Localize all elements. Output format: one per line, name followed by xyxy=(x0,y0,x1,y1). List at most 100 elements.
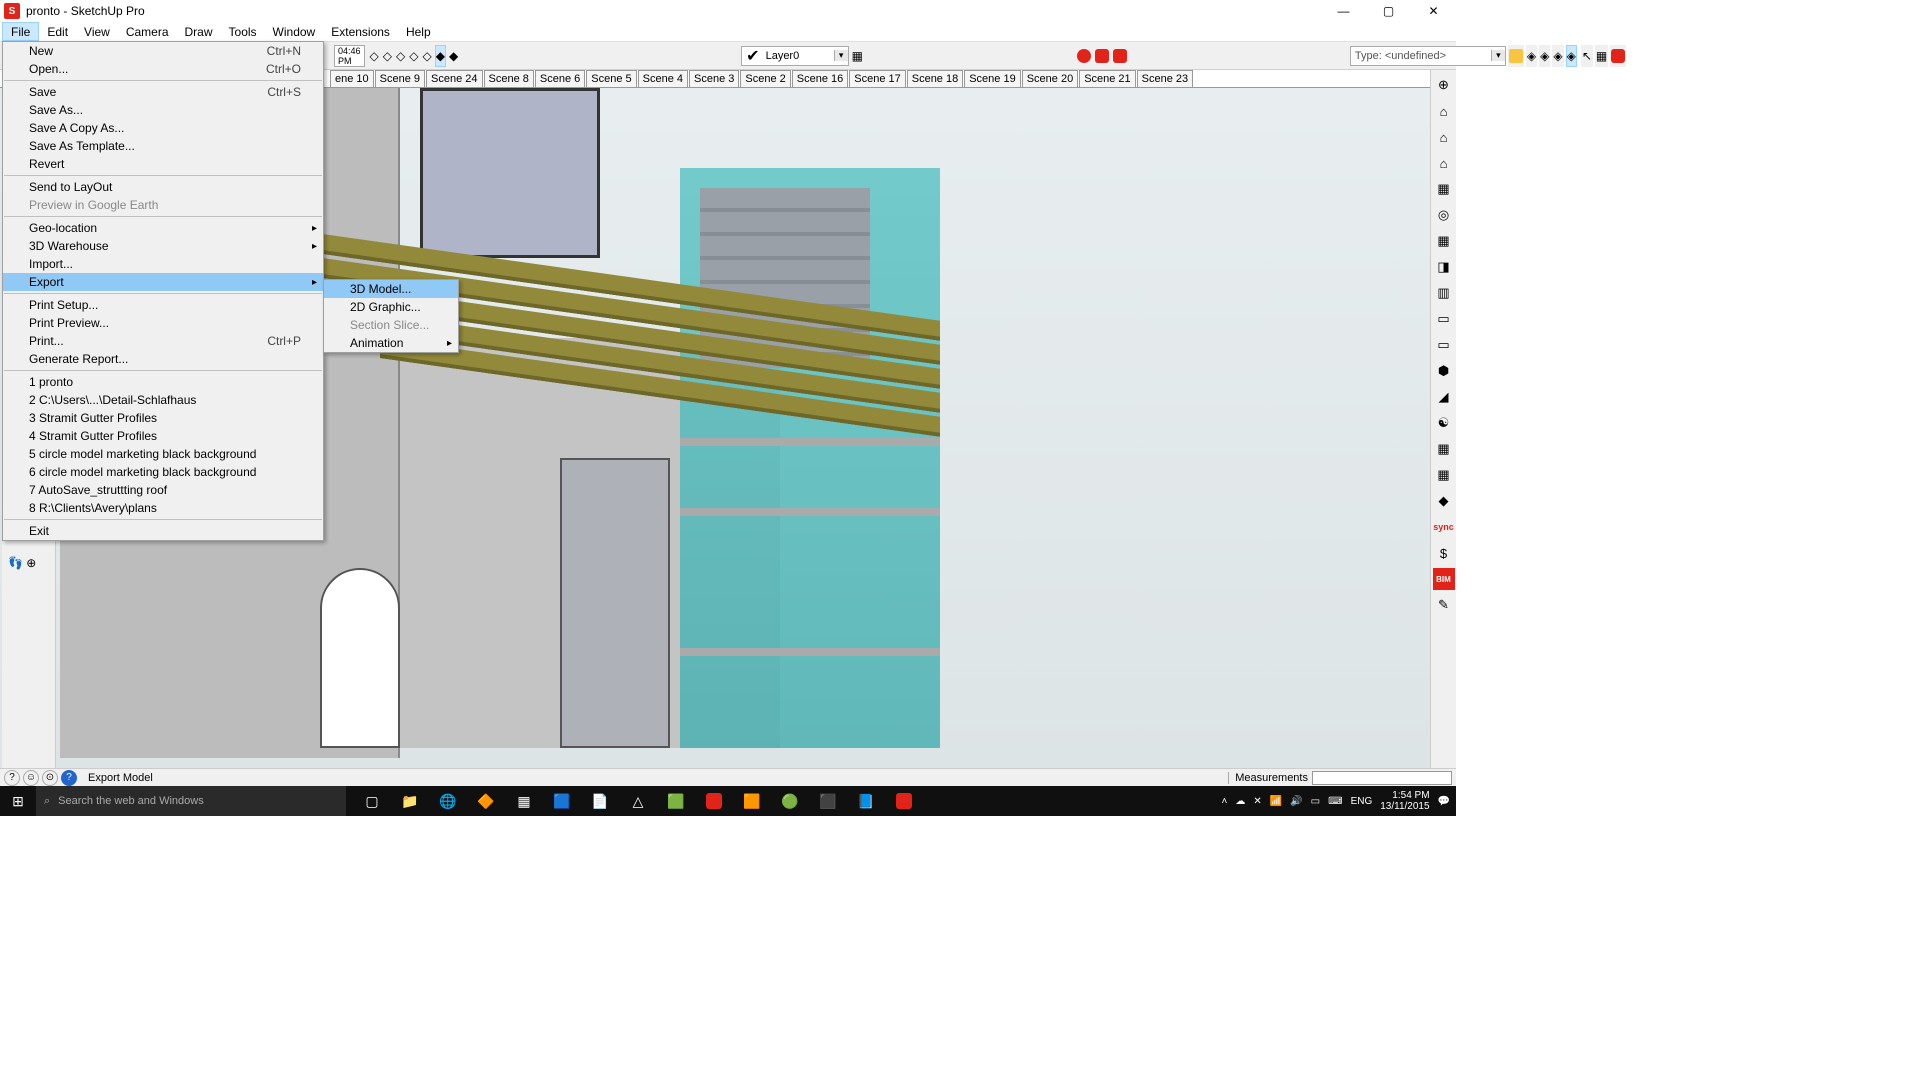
submenu-item[interactable]: Animation▸ xyxy=(324,334,458,352)
scene-tab[interactable]: Scene 4 xyxy=(638,70,688,87)
menu-item[interactable]: Open...Ctrl+O xyxy=(3,60,323,78)
menu-camera[interactable]: Camera xyxy=(118,22,177,41)
tool-icon[interactable] xyxy=(1610,45,1626,67)
help-icon[interactable]: ? xyxy=(4,770,20,786)
menu-item[interactable]: 4 Stramit Gutter Profiles xyxy=(3,427,323,445)
app-icon[interactable]: 🟢 xyxy=(772,786,808,816)
menu-draw[interactable]: Draw xyxy=(177,22,221,41)
task-view-icon[interactable]: ▢ xyxy=(354,786,390,816)
tray-keyboard-icon[interactable]: ⌨ xyxy=(1328,796,1342,807)
minimize-button[interactable]: — xyxy=(1321,0,1366,22)
menu-item[interactable]: SaveCtrl+S xyxy=(3,83,323,101)
app-icon[interactable]: 📄 xyxy=(582,786,618,816)
menu-view[interactable]: View xyxy=(76,22,118,41)
menu-item[interactable]: Geo-location▸ xyxy=(3,219,323,237)
app-icon[interactable]: 🔶 xyxy=(468,786,504,816)
face-style-icon[interactable]: ◇ xyxy=(408,45,419,67)
menu-tools[interactable]: Tools xyxy=(221,22,265,41)
scene-tab[interactable]: ene 10 xyxy=(330,70,374,87)
maximize-button[interactable]: ▢ xyxy=(1366,0,1411,22)
right-tool-icon[interactable]: ◎ xyxy=(1433,204,1455,226)
scene-tab[interactable]: Scene 20 xyxy=(1022,70,1078,87)
tray-icon[interactable]: ✕ xyxy=(1253,796,1261,807)
scene-tab[interactable]: Scene 6 xyxy=(535,70,585,87)
right-tool-icon[interactable]: ▥ xyxy=(1433,282,1455,304)
tool-icon[interactable] xyxy=(1112,45,1128,67)
menu-help[interactable]: Help xyxy=(398,22,439,41)
app-icon[interactable]: ⬛ xyxy=(810,786,846,816)
menu-item[interactable]: Save A Copy As... xyxy=(3,119,323,137)
right-tool-icon[interactable]: ▦ xyxy=(1433,230,1455,252)
right-tool-icon[interactable]: ✎ xyxy=(1433,594,1455,616)
explorer-icon[interactable]: 📁 xyxy=(392,786,428,816)
submenu-item[interactable]: 3D Model... xyxy=(324,280,458,298)
scene-tab[interactable]: Scene 2 xyxy=(740,70,790,87)
menu-edit[interactable]: Edit xyxy=(39,22,76,41)
measurements-input[interactable] xyxy=(1312,771,1452,785)
right-tool-icon[interactable]: ▦ xyxy=(1433,464,1455,486)
app-icon[interactable]: 🟧 xyxy=(734,786,770,816)
face-style-icon[interactable]: ◇ xyxy=(395,45,406,67)
menu-window[interactable]: Window xyxy=(265,22,324,41)
app-icon[interactable]: 🟦 xyxy=(544,786,580,816)
dropdown-arrow-icon[interactable]: ▾ xyxy=(1491,50,1505,61)
right-tool-icon[interactable]: $ xyxy=(1433,542,1455,564)
geo-icon[interactable]: ⊙ xyxy=(42,770,58,786)
right-tool-icon[interactable]: ⌂ xyxy=(1433,100,1455,122)
scene-tab[interactable]: Scene 5 xyxy=(586,70,636,87)
menu-item[interactable]: 3 Stramit Gutter Profiles xyxy=(3,409,323,427)
taskbar-clock[interactable]: 1:54 PM 13/11/2015 xyxy=(1380,790,1429,812)
face-style-active-icon[interactable]: ◆ xyxy=(435,45,446,67)
menu-item[interactable]: Revert xyxy=(3,155,323,173)
face-style-icon[interactable]: ◇ xyxy=(382,45,393,67)
scene-tab[interactable]: Scene 21 xyxy=(1079,70,1135,87)
menu-item[interactable]: Print...Ctrl+P xyxy=(3,332,323,350)
app-icon[interactable]: 📘 xyxy=(848,786,884,816)
menu-item[interactable]: NewCtrl+N xyxy=(3,42,323,60)
dropdown-arrow-icon[interactable]: ▾ xyxy=(834,50,848,61)
sketchup-icon[interactable] xyxy=(696,786,732,816)
menu-item[interactable]: Import... xyxy=(3,255,323,273)
face-style-icon[interactable]: ◇ xyxy=(369,45,380,67)
menu-item[interactable]: Save As Template... xyxy=(3,137,323,155)
scene-tab[interactable]: Scene 19 xyxy=(964,70,1020,87)
layer-visible-check[interactable]: ✔ xyxy=(742,46,763,66)
menu-item[interactable]: 5 circle model marketing black backgroun… xyxy=(3,445,323,463)
right-tool-icon[interactable]: ⌂ xyxy=(1433,126,1455,148)
face-style-icon[interactable]: ◇ xyxy=(421,45,432,67)
tool-icon[interactable]: ↖ xyxy=(1581,45,1593,67)
tool-icon[interactable]: ◈ xyxy=(1526,45,1537,67)
menu-item[interactable]: 7 AutoSave_struttting roof xyxy=(3,481,323,499)
taskbar-search[interactable]: ⌕ Search the web and Windows xyxy=(36,786,346,816)
sketchup-icon[interactable] xyxy=(886,786,922,816)
menu-item[interactable]: Exit xyxy=(3,522,323,540)
tray-volume-icon[interactable]: 🔊 xyxy=(1290,796,1302,807)
menu-item[interactable]: 1 pronto xyxy=(3,373,323,391)
type-selector[interactable]: Type: <undefined> ▾ xyxy=(1350,46,1506,66)
user-icon[interactable]: ☺ xyxy=(23,770,39,786)
menu-item[interactable]: Print Setup... xyxy=(3,296,323,314)
scene-tab[interactable]: Scene 16 xyxy=(792,70,848,87)
right-tool-icon[interactable]: ◢ xyxy=(1433,386,1455,408)
right-tool-icon[interactable]: ◨ xyxy=(1433,256,1455,278)
menu-item[interactable]: Generate Report... xyxy=(3,350,323,368)
menu-item[interactable]: Print Preview... xyxy=(3,314,323,332)
footprint-icon[interactable]: 👣 ⊕ xyxy=(8,556,52,572)
menu-extensions[interactable]: Extensions xyxy=(323,22,398,41)
layer-selector[interactable]: ✔ Layer0 ▾ xyxy=(741,46,848,66)
scene-tab[interactable]: Scene 17 xyxy=(849,70,905,87)
tool-icon[interactable]: ◈ xyxy=(1539,45,1550,67)
face-style-icon[interactable]: ◆ xyxy=(448,45,459,67)
layer-manager-icon[interactable]: ▦ xyxy=(851,45,864,67)
right-tool-icon[interactable]: ▭ xyxy=(1433,334,1455,356)
chrome-icon[interactable]: 🌐 xyxy=(430,786,466,816)
right-tool-icon[interactable]: ☯ xyxy=(1433,412,1455,434)
menu-item[interactable]: 6 circle model marketing black backgroun… xyxy=(3,463,323,481)
tool-icon[interactable] xyxy=(1094,45,1110,67)
scene-tab[interactable]: Scene 23 xyxy=(1137,70,1193,87)
menu-item[interactable]: Save As... xyxy=(3,101,323,119)
right-tool-icon[interactable]: ▭ xyxy=(1433,308,1455,330)
right-tool-icon[interactable]: BIM xyxy=(1433,568,1455,590)
menu-item[interactable]: Export▸ xyxy=(3,273,323,291)
menu-item[interactable]: 2 C:\Users\...\Detail-Schlafhaus xyxy=(3,391,323,409)
